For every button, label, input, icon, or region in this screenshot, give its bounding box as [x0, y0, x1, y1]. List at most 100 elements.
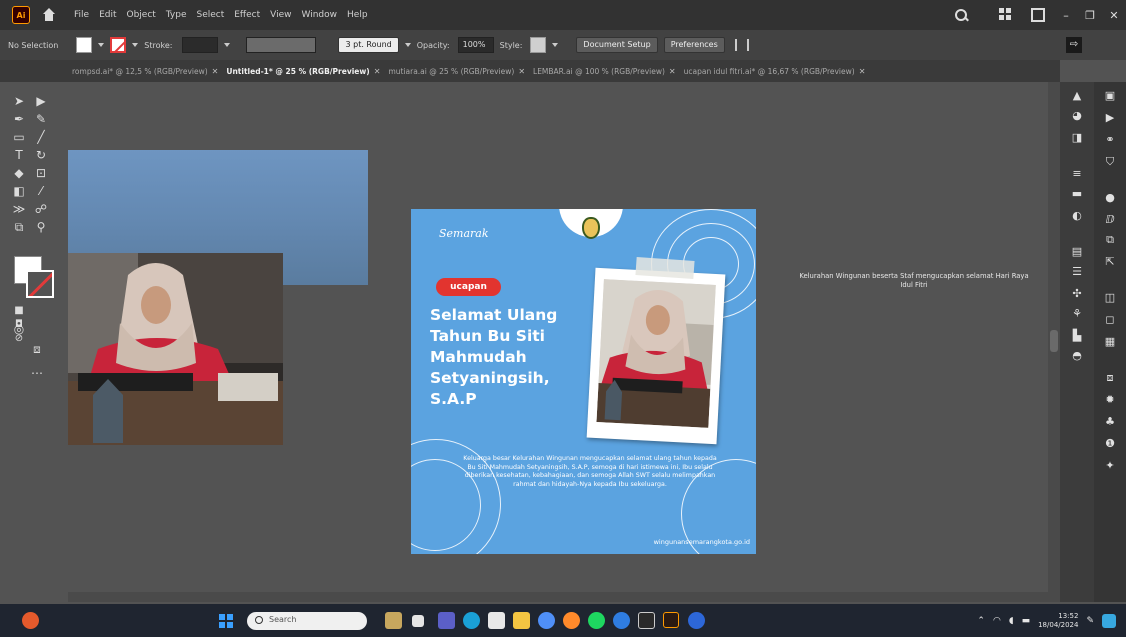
firefox-icon[interactable]	[563, 612, 580, 629]
appearance-icon[interactable]: ▙	[1071, 330, 1083, 342]
canvas-text-note[interactable]: Kelurahan Wingunan beserta Staf mengucap…	[794, 272, 1034, 290]
stroke-panel-icon[interactable]: ●	[1104, 192, 1116, 204]
windows-start-icon[interactable]	[219, 614, 233, 628]
zoom-tool-icon[interactable]: ⚲	[34, 220, 48, 234]
draw-mode-icon[interactable]: ◎	[12, 322, 26, 336]
width-tool-icon[interactable]: ⊡	[34, 166, 48, 180]
store-icon[interactable]	[488, 612, 505, 629]
arrange-panel-icon[interactable]: ⇨	[1066, 37, 1082, 53]
pen-tool-icon[interactable]: ✒	[12, 112, 26, 126]
placed-photo[interactable]	[68, 253, 283, 445]
transparency-icon[interactable]: ◓	[1071, 350, 1083, 362]
taskbar-clock[interactable]: 13:52 18/04/2024	[1038, 612, 1078, 630]
spotify-icon[interactable]	[588, 612, 605, 629]
close-icon[interactable]: ✕	[518, 67, 525, 76]
swatches-icon[interactable]: ▤	[1071, 246, 1083, 258]
artboards-panel-icon[interactable]: ⧉	[1104, 234, 1116, 246]
club-icon[interactable]: ♣	[1104, 416, 1116, 428]
navigator-icon[interactable]: ⧈	[1104, 372, 1116, 384]
opacity-input[interactable]: 100%	[457, 37, 494, 53]
task-view-icon[interactable]	[412, 615, 424, 627]
vertical-scrollbar[interactable]	[1048, 82, 1060, 602]
menu-help[interactable]: Help	[347, 10, 368, 20]
workspace-icon[interactable]	[1031, 8, 1045, 22]
direct-selection-tool-icon[interactable]: ▶	[34, 94, 48, 108]
chrome-icon[interactable]	[538, 612, 555, 629]
glyphs-icon[interactable]: ⅅ	[1104, 214, 1116, 226]
color-mode-icon[interactable]: ■ ◘ ⊘	[12, 304, 26, 344]
character-icon[interactable]: ▣	[1104, 90, 1116, 102]
symbols-icon[interactable]: ✣	[1071, 288, 1083, 300]
chevron-down-icon[interactable]	[98, 43, 105, 47]
weather-icon[interactable]	[22, 612, 39, 629]
info-icon[interactable]: ❶	[1104, 438, 1116, 450]
blend-tool-icon[interactable]: ≫	[12, 202, 26, 216]
notification-icon[interactable]: ✎	[1086, 616, 1094, 626]
align-icon[interactable]	[734, 39, 749, 51]
chevron-down-icon[interactable]	[552, 43, 559, 47]
search-icon[interactable]	[954, 8, 968, 22]
close-icon[interactable]: ✕	[669, 67, 676, 76]
close-icon[interactable]: ✕	[859, 67, 866, 76]
export-icon[interactable]: ⇱	[1104, 256, 1116, 268]
horizontal-scrollbar[interactable]	[68, 592, 1048, 602]
stroke-color-swatch[interactable]	[26, 270, 54, 298]
align-panel-icon[interactable]: ≡	[1071, 168, 1083, 180]
type-tool-icon[interactable]: T	[12, 148, 26, 162]
instagram-post-artboard[interactable]: Semarak ucapan Selamat Ulang Tahun Bu Si…	[411, 209, 756, 554]
widgets-icon[interactable]	[385, 612, 402, 629]
scroll-thumb[interactable]	[1050, 330, 1058, 352]
home-icon[interactable]	[42, 8, 56, 22]
more-tools-icon[interactable]: ⋯	[30, 366, 44, 380]
shape-builder-tool-icon[interactable]: ◆	[12, 166, 26, 180]
gear-icon[interactable]: ✹	[1104, 394, 1116, 406]
curvature-tool-icon[interactable]: ✎	[34, 112, 48, 126]
appearance-panel-icon[interactable]: ✦	[1104, 460, 1116, 472]
close-icon[interactable]: ✕	[374, 67, 381, 76]
line-tool-icon[interactable]: ╱	[34, 130, 48, 144]
file-explorer-icon[interactable]	[513, 612, 530, 629]
chevron-down-icon[interactable]	[224, 43, 231, 47]
wifi-icon[interactable]: ◠	[993, 616, 1001, 626]
tab-document-1[interactable]: rompsd.ai* @ 12,5 % (RGB/Preview) ✕	[72, 67, 218, 76]
close-button[interactable]: ✕	[1102, 0, 1126, 30]
rectangle-tool-icon[interactable]: ▭	[12, 130, 26, 144]
brush-definition-select[interactable]: 3 pt. Round	[338, 37, 399, 53]
document-setup-button[interactable]: Document Setup	[576, 37, 658, 53]
variable-width-field[interactable]	[246, 37, 317, 53]
maximize-button[interactable]: ❐	[1078, 0, 1102, 30]
artboard-tool-icon[interactable]: ⧉	[12, 220, 26, 234]
terminal-icon[interactable]	[638, 612, 655, 629]
menu-file[interactable]: File	[74, 10, 89, 20]
screen-mode-icon[interactable]: ⧈	[30, 342, 44, 356]
menu-window[interactable]: Window	[302, 10, 338, 20]
browser-icon[interactable]	[688, 612, 705, 629]
css-properties-icon[interactable]: ⛉	[1104, 156, 1116, 168]
properties-icon[interactable]: ▲	[1071, 90, 1083, 102]
chevron-up-icon[interactable]: ⌃	[977, 616, 985, 626]
stroke-weight-input[interactable]	[182, 37, 219, 53]
menu-edit[interactable]: Edit	[99, 10, 116, 20]
selection-tool-icon[interactable]: ➤	[12, 94, 26, 108]
brushes-icon[interactable]: ☰	[1071, 266, 1083, 278]
edge-icon[interactable]	[463, 612, 480, 629]
color-panel-icon[interactable]: ◐	[1071, 210, 1083, 222]
app-icon[interactable]	[613, 612, 630, 629]
stroke-swatch[interactable]	[110, 37, 127, 53]
menu-effect[interactable]: Effect	[234, 10, 260, 20]
speaker-icon[interactable]: ◖	[1009, 616, 1014, 626]
chevron-down-icon[interactable]	[404, 43, 411, 47]
menu-view[interactable]: View	[270, 10, 291, 20]
asset-export-icon[interactable]: ◫	[1104, 292, 1116, 304]
fill-swatch[interactable]	[76, 37, 93, 53]
menu-object[interactable]: Object	[127, 10, 156, 20]
tab-document-5[interactable]: ucapan idul fitri.ai* @ 16,67 % (RGB/Pre…	[684, 67, 866, 76]
chevron-down-icon[interactable]	[132, 43, 139, 47]
actions-icon[interactable]: ▶	[1104, 112, 1116, 124]
tab-document-3[interactable]: mutiara.ai @ 25 % (RGB/Preview) ✕	[388, 67, 525, 76]
battery-icon[interactable]: ▬	[1022, 616, 1031, 626]
graphic-styles-icon[interactable]: ⚘	[1071, 308, 1083, 320]
image-trace-icon[interactable]: ▦	[1104, 336, 1116, 348]
minimize-button[interactable]: –	[1054, 0, 1078, 30]
style-swatch[interactable]	[530, 37, 547, 53]
